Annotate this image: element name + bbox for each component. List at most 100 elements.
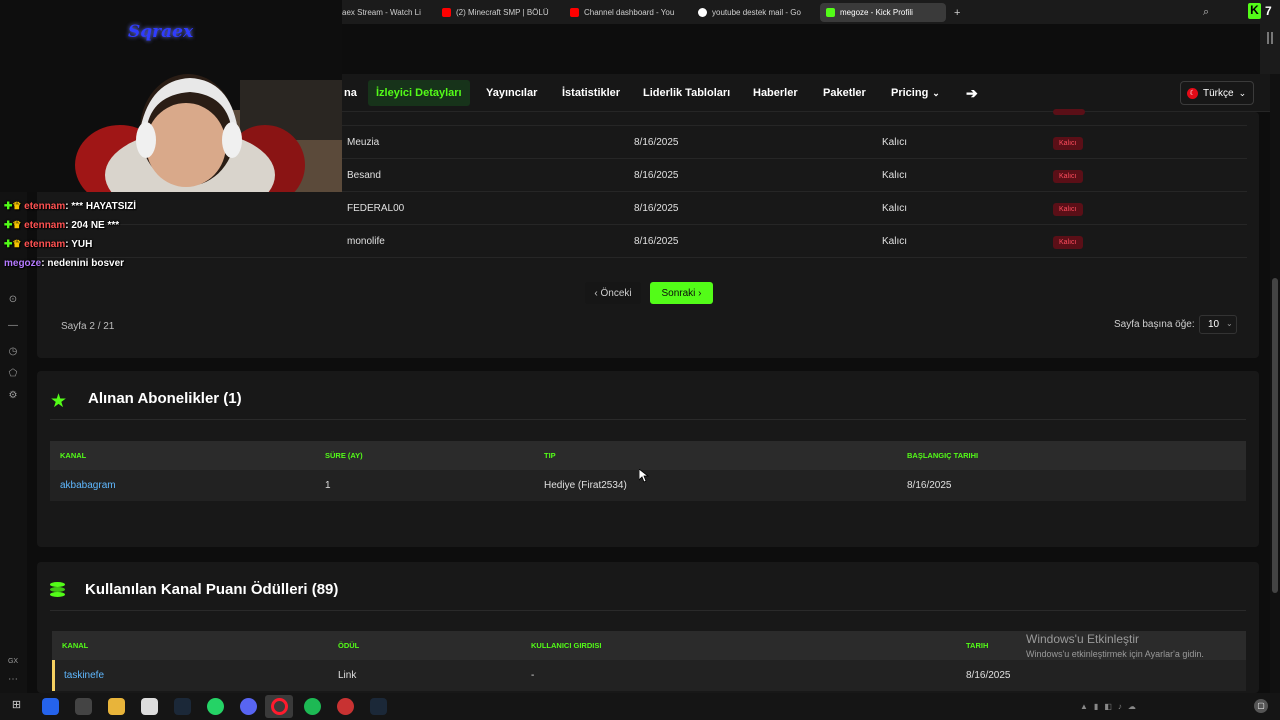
- chat-username: etennam: [24, 201, 66, 212]
- nav-item-statistics[interactable]: İstatistikler: [554, 80, 628, 106]
- more-icon[interactable]: ⋯: [7, 674, 19, 686]
- app-icon[interactable]: [75, 698, 92, 715]
- ban-badge: Kalıcı: [1053, 203, 1083, 216]
- tab-label: Channel dashboard - You: [584, 8, 675, 17]
- steam-icon[interactable]: [370, 698, 387, 715]
- search-icon[interactable]: ⌕: [1203, 6, 1215, 18]
- previous-page-button[interactable]: ‹ Önceki: [585, 282, 641, 304]
- reward-cell: Link: [338, 670, 357, 681]
- extension-icon[interactable]: ⬠: [7, 368, 19, 380]
- notification-icon[interactable]: ▢: [1254, 699, 1268, 713]
- browser-tab[interactable]: Channel dashboard - You: [564, 3, 688, 22]
- chat-message: ✚♛ etennam: YUH: [4, 239, 92, 250]
- discord-icon[interactable]: [240, 698, 257, 715]
- star-icon: ★: [50, 391, 68, 412]
- opera-gx-icon[interactable]: [271, 698, 288, 715]
- browser-tab[interactable]: (2) Minecraft SMP | BÖLÜ: [436, 3, 558, 22]
- column-header: KULLANICI GIRDISI: [531, 641, 602, 650]
- per-page-select[interactable]: 10 ⌄: [1199, 315, 1237, 334]
- column-header: TIP: [544, 451, 556, 460]
- kick-extension-icon[interactable]: K: [1248, 3, 1261, 19]
- subscriptions-table-header: KANAL SÜRE (AY) TIP BAŞLANGIÇ TARIHI: [50, 441, 1246, 470]
- ban-user: monolife: [347, 236, 385, 247]
- crown-icon: ♛: [12, 239, 22, 250]
- divider: [50, 610, 1246, 611]
- whatsapp-icon[interactable]: [207, 698, 224, 715]
- ban-date: 8/16/2025: [634, 236, 679, 247]
- tab-label: aex Stream - Watch Li: [342, 8, 421, 17]
- chat-username: etennam: [24, 220, 66, 231]
- chat-text: : *** HAYATSIZİ: [65, 201, 137, 212]
- ban-date: 8/16/2025: [634, 203, 679, 214]
- webcam-overlay: Sqraex: [0, 0, 342, 192]
- divider-icon: —: [8, 320, 18, 331]
- tab-label: (2) Minecraft SMP | BÖLÜ: [456, 8, 549, 17]
- per-page-label: Sayfa başına öğe:: [1114, 319, 1195, 330]
- ban-date: 8/16/2025: [634, 170, 679, 181]
- browser-tab-active[interactable]: megoze - Kick Profili: [820, 3, 946, 22]
- column-header: TARIH: [966, 641, 989, 650]
- ban-type: Kalıcı: [882, 203, 908, 214]
- turkey-flag-icon: ☾: [1187, 87, 1198, 99]
- channel-link[interactable]: akbabagram: [60, 480, 116, 491]
- divider: [50, 419, 1246, 420]
- ban-user: FEDERAL00: [347, 203, 405, 214]
- clock-icon[interactable]: ◷: [7, 346, 19, 358]
- duration-cell: 1: [325, 480, 331, 491]
- windows-activation-watermark: Windows'u Etkinleştir Windows'u etkinleş…: [1026, 632, 1204, 659]
- streamer-logo: Sqraex: [128, 22, 194, 42]
- pause-icon-bar: [1271, 32, 1273, 44]
- date-cell: 8/16/2025: [966, 670, 1011, 681]
- chat-message: ✚♛ etennam: *** HAYATSIZİ: [4, 201, 136, 212]
- language-label: Türkçe: [1203, 87, 1234, 99]
- browser-side-panel: [1260, 24, 1280, 74]
- browser-tab[interactable]: youtube destek mail - Go: [692, 3, 816, 22]
- steam-icon[interactable]: [174, 698, 191, 715]
- google-icon: [698, 8, 707, 17]
- nav-item-news[interactable]: Haberler: [745, 80, 806, 106]
- chat-message: ✚♛ etennam: 204 NE ***: [4, 220, 119, 231]
- nav-item-viewer-details[interactable]: İzleyici Detayları: [368, 80, 470, 106]
- site-nav: na İzleyici Detayları Yayıncılar İstatis…: [342, 74, 1280, 112]
- app-icon[interactable]: [337, 698, 354, 715]
- nav-item-streamers[interactable]: Yayıncılar: [478, 80, 545, 106]
- spotify-icon[interactable]: [304, 698, 321, 715]
- rewards-panel: Kullanılan Kanal Puanı Ödülleri (89) KAN…: [37, 562, 1259, 693]
- language-select[interactable]: ☾ Türkçe ⌄: [1180, 81, 1254, 105]
- table-row: taskinefe Link - 8/16/2025: [52, 660, 1246, 691]
- crown-icon: ♛: [12, 220, 22, 231]
- pause-icon[interactable]: [1267, 32, 1269, 44]
- ban-badge: Kalıcı: [1053, 137, 1083, 150]
- column-header: ÖDÜL: [338, 641, 360, 650]
- ban-date: 8/16/2025: [634, 137, 679, 148]
- nav-item-pricing[interactable]: Pricing ⌄: [883, 80, 948, 106]
- scrollbar-thumb[interactable]: [1272, 278, 1278, 593]
- login-icon[interactable]: ➔: [958, 80, 986, 106]
- windows-taskbar: ⊞ ▲▮◧♪☁ ▢: [0, 693, 1280, 720]
- ban-type: Kalıcı: [882, 236, 908, 247]
- folder-icon[interactable]: [108, 698, 125, 715]
- subscriptions-panel: ★ Alınan Abonelikler (1) KANAL SÜRE (AY)…: [37, 371, 1259, 547]
- start-date-cell: 8/16/2025: [907, 480, 952, 491]
- system-tray[interactable]: ▲▮◧♪☁: [1080, 702, 1200, 711]
- chevron-down-icon: ⌄: [1226, 319, 1233, 328]
- youtube-icon: [442, 8, 451, 17]
- ban-badge: [1053, 109, 1085, 115]
- kick-icon: [826, 8, 835, 17]
- channel-link[interactable]: taskinefe: [64, 670, 104, 681]
- column-header: KANAL: [62, 641, 89, 650]
- page-scrollbar[interactable]: [1270, 74, 1280, 693]
- player-icon[interactable]: ⊙: [7, 294, 19, 306]
- chat-username: etennam: [24, 239, 66, 250]
- browser-tab[interactable]: aex Stream - Watch Li: [336, 3, 432, 22]
- app-icon[interactable]: [42, 698, 59, 715]
- activation-title: Windows'u Etkinleştir: [1026, 632, 1139, 646]
- start-icon[interactable]: ⊞: [8, 698, 25, 715]
- gear-icon[interactable]: ⚙: [7, 390, 19, 402]
- nav-item-packages[interactable]: Paketler: [815, 80, 874, 106]
- nav-item-leaderboards[interactable]: Liderlik Tabloları: [635, 80, 738, 106]
- app-icon[interactable]: [141, 698, 158, 715]
- column-header: KANAL: [60, 451, 87, 460]
- next-page-button[interactable]: Sonraki ›: [650, 282, 713, 304]
- new-tab-button[interactable]: +: [948, 3, 962, 22]
